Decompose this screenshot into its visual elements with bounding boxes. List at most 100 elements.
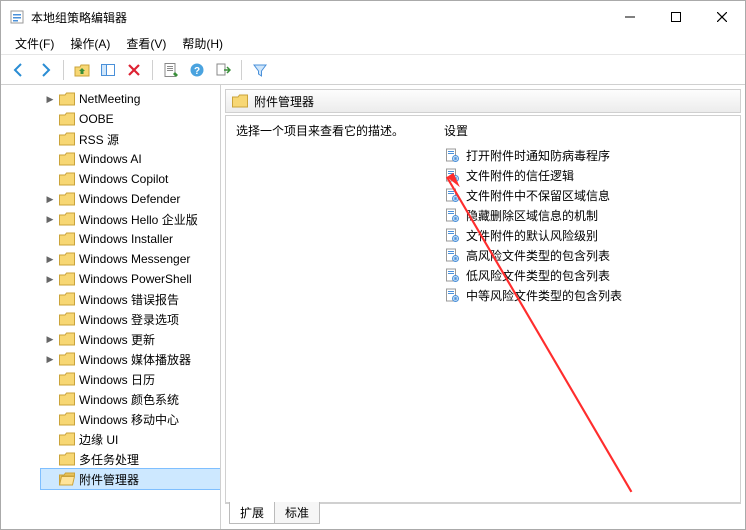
tree-item[interactable]: ▶ Windows 媒体播放器 <box>41 349 220 369</box>
folder-icon <box>59 112 75 126</box>
tree-panel[interactable]: ▶ NetMeeting OOBE RSS 源Windows AI Windows Co… <box>1 85 221 529</box>
folder-icon <box>59 352 75 366</box>
tree-item[interactable]: Windows AI <box>41 149 220 169</box>
minimize-button[interactable] <box>607 1 653 33</box>
folder-icon <box>59 472 75 486</box>
toolbar-separator <box>241 60 242 80</box>
tree-item[interactable]: Windows Copilot <box>41 169 220 189</box>
toolbar-separator <box>152 60 153 80</box>
up-level-button[interactable] <box>70 58 94 82</box>
tab-extended[interactable]: 扩展 <box>229 502 275 524</box>
help-button[interactable]: ? <box>185 58 209 82</box>
tree-item-label: 边缘 UI <box>79 431 118 448</box>
tree-item[interactable]: Windows 移动中心 <box>41 409 220 429</box>
tree-item[interactable]: 附件管理器 <box>41 469 220 489</box>
tree-item-label: Windows Hello 企业版 <box>79 211 198 228</box>
tree-item[interactable]: OOBE <box>41 109 220 129</box>
details-header-title: 附件管理器 <box>254 93 314 110</box>
menu-action[interactable]: 操作(A) <box>62 33 118 54</box>
setting-item[interactable]: 打开附件时通知防病毒程序 <box>444 145 732 165</box>
toolbar: ? <box>1 55 745 85</box>
tree-item[interactable]: Windows 登录选项 <box>41 309 220 329</box>
maximize-button[interactable] <box>653 1 699 33</box>
policy-icon <box>444 227 460 243</box>
setting-item[interactable]: 低风险文件类型的包含列表 <box>444 265 732 285</box>
folder-icon <box>59 372 75 386</box>
setting-label: 文件附件的信任逻辑 <box>466 167 574 184</box>
folder-icon <box>59 452 75 466</box>
titlebar: 本地组策略编辑器 <box>1 1 745 33</box>
folder-icon <box>232 94 248 108</box>
setting-item[interactable]: 隐藏删除区域信息的机制 <box>444 205 732 225</box>
folder-icon <box>59 412 75 426</box>
policy-icon <box>444 247 460 263</box>
tree-item-label: Windows Copilot <box>79 172 168 186</box>
tree-item[interactable]: Windows 颜色系统 <box>41 389 220 409</box>
menu-view[interactable]: 查看(V) <box>118 33 174 54</box>
export-button[interactable] <box>211 58 235 82</box>
tree-item[interactable]: RSS 源 <box>41 129 220 149</box>
expand-icon[interactable]: ▶ <box>45 194 55 205</box>
description-text: 选择一个项目来查看它的描述。 <box>236 122 426 139</box>
tree-item-label: Windows 错误报告 <box>79 291 179 308</box>
tree-item-label: Windows PowerShell <box>79 272 192 286</box>
filter-button[interactable] <box>248 58 272 82</box>
body: ▶ NetMeeting OOBE RSS 源Windows AI Windows Co… <box>1 85 745 529</box>
folder-icon <box>59 292 75 306</box>
tree-item[interactable]: 多任务处理 <box>41 449 220 469</box>
expand-icon[interactable]: ▶ <box>45 354 55 365</box>
setting-label: 文件附件中不保留区域信息 <box>466 187 610 204</box>
setting-label: 中等风险文件类型的包含列表 <box>466 287 622 304</box>
expand-icon[interactable]: ▶ <box>45 214 55 225</box>
close-button[interactable] <box>699 1 745 33</box>
app-icon <box>9 9 25 25</box>
folder-icon <box>59 252 75 266</box>
tree-item[interactable]: ▶ NetMeeting <box>41 89 220 109</box>
show-hide-tree-button[interactable] <box>96 58 120 82</box>
folder-icon <box>59 432 75 446</box>
setting-item[interactable]: 中等风险文件类型的包含列表 <box>444 285 732 305</box>
settings-column: 设置 打开附件时通知防病毒程序文件附件的信任逻辑文件附件中不保留区域信息隐藏删除… <box>436 116 740 502</box>
properties-button[interactable] <box>159 58 183 82</box>
tree-item-label: 附件管理器 <box>79 471 139 488</box>
tree-item[interactable]: ▶Windows Messenger <box>41 249 220 269</box>
folder-icon <box>59 152 75 166</box>
tab-standard[interactable]: 标准 <box>274 502 320 524</box>
menu-help[interactable]: 帮助(H) <box>174 33 231 54</box>
setting-label: 打开附件时通知防病毒程序 <box>466 147 610 164</box>
setting-item[interactable]: 高风险文件类型的包含列表 <box>444 245 732 265</box>
expand-icon[interactable]: ▶ <box>45 334 55 345</box>
folder-icon <box>59 272 75 286</box>
setting-item[interactable]: 文件附件的默认风险级别 <box>444 225 732 245</box>
menu-file[interactable]: 文件(F) <box>7 33 62 54</box>
setting-item[interactable]: 文件附件中不保留区域信息 <box>444 185 732 205</box>
details-content: 选择一个项目来查看它的描述。 设置 打开附件时通知防病毒程序文件附件的信任逻辑文… <box>225 115 741 503</box>
description-column: 选择一个项目来查看它的描述。 <box>226 116 436 502</box>
tree-item-label: NetMeeting <box>79 92 140 106</box>
back-button[interactable] <box>7 58 31 82</box>
forward-button[interactable] <box>33 58 57 82</box>
settings-header[interactable]: 设置 <box>444 120 732 145</box>
setting-label: 高风险文件类型的包含列表 <box>466 247 610 264</box>
delete-button[interactable] <box>122 58 146 82</box>
tree-item[interactable]: Windows Installer <box>41 229 220 249</box>
tree-item[interactable]: 边缘 UI <box>41 429 220 449</box>
tree-item[interactable]: Windows 错误报告 <box>41 289 220 309</box>
folder-icon <box>59 192 75 206</box>
tree-item-label: OOBE <box>79 112 114 126</box>
tree-item[interactable]: ▶ Windows PowerShell <box>41 269 220 289</box>
folder-icon <box>59 132 75 146</box>
tree-item[interactable]: ▶ Windows Hello 企业版 <box>41 209 220 229</box>
tree-item[interactable]: ▶Windows 更新 <box>41 329 220 349</box>
expand-icon[interactable]: ▶ <box>45 94 55 105</box>
folder-icon <box>59 232 75 246</box>
setting-item[interactable]: 文件附件的信任逻辑 <box>444 165 732 185</box>
folder-icon <box>59 92 75 106</box>
expand-icon[interactable]: ▶ <box>45 254 55 265</box>
tree-item[interactable]: ▶Windows Defender <box>41 189 220 209</box>
tree-item[interactable]: Windows 日历 <box>41 369 220 389</box>
tree-item-label: Windows 移动中心 <box>79 411 179 428</box>
expand-icon[interactable]: ▶ <box>45 274 55 285</box>
tree-item-label: Windows 媒体播放器 <box>79 351 191 368</box>
svg-text:?: ? <box>194 66 200 77</box>
